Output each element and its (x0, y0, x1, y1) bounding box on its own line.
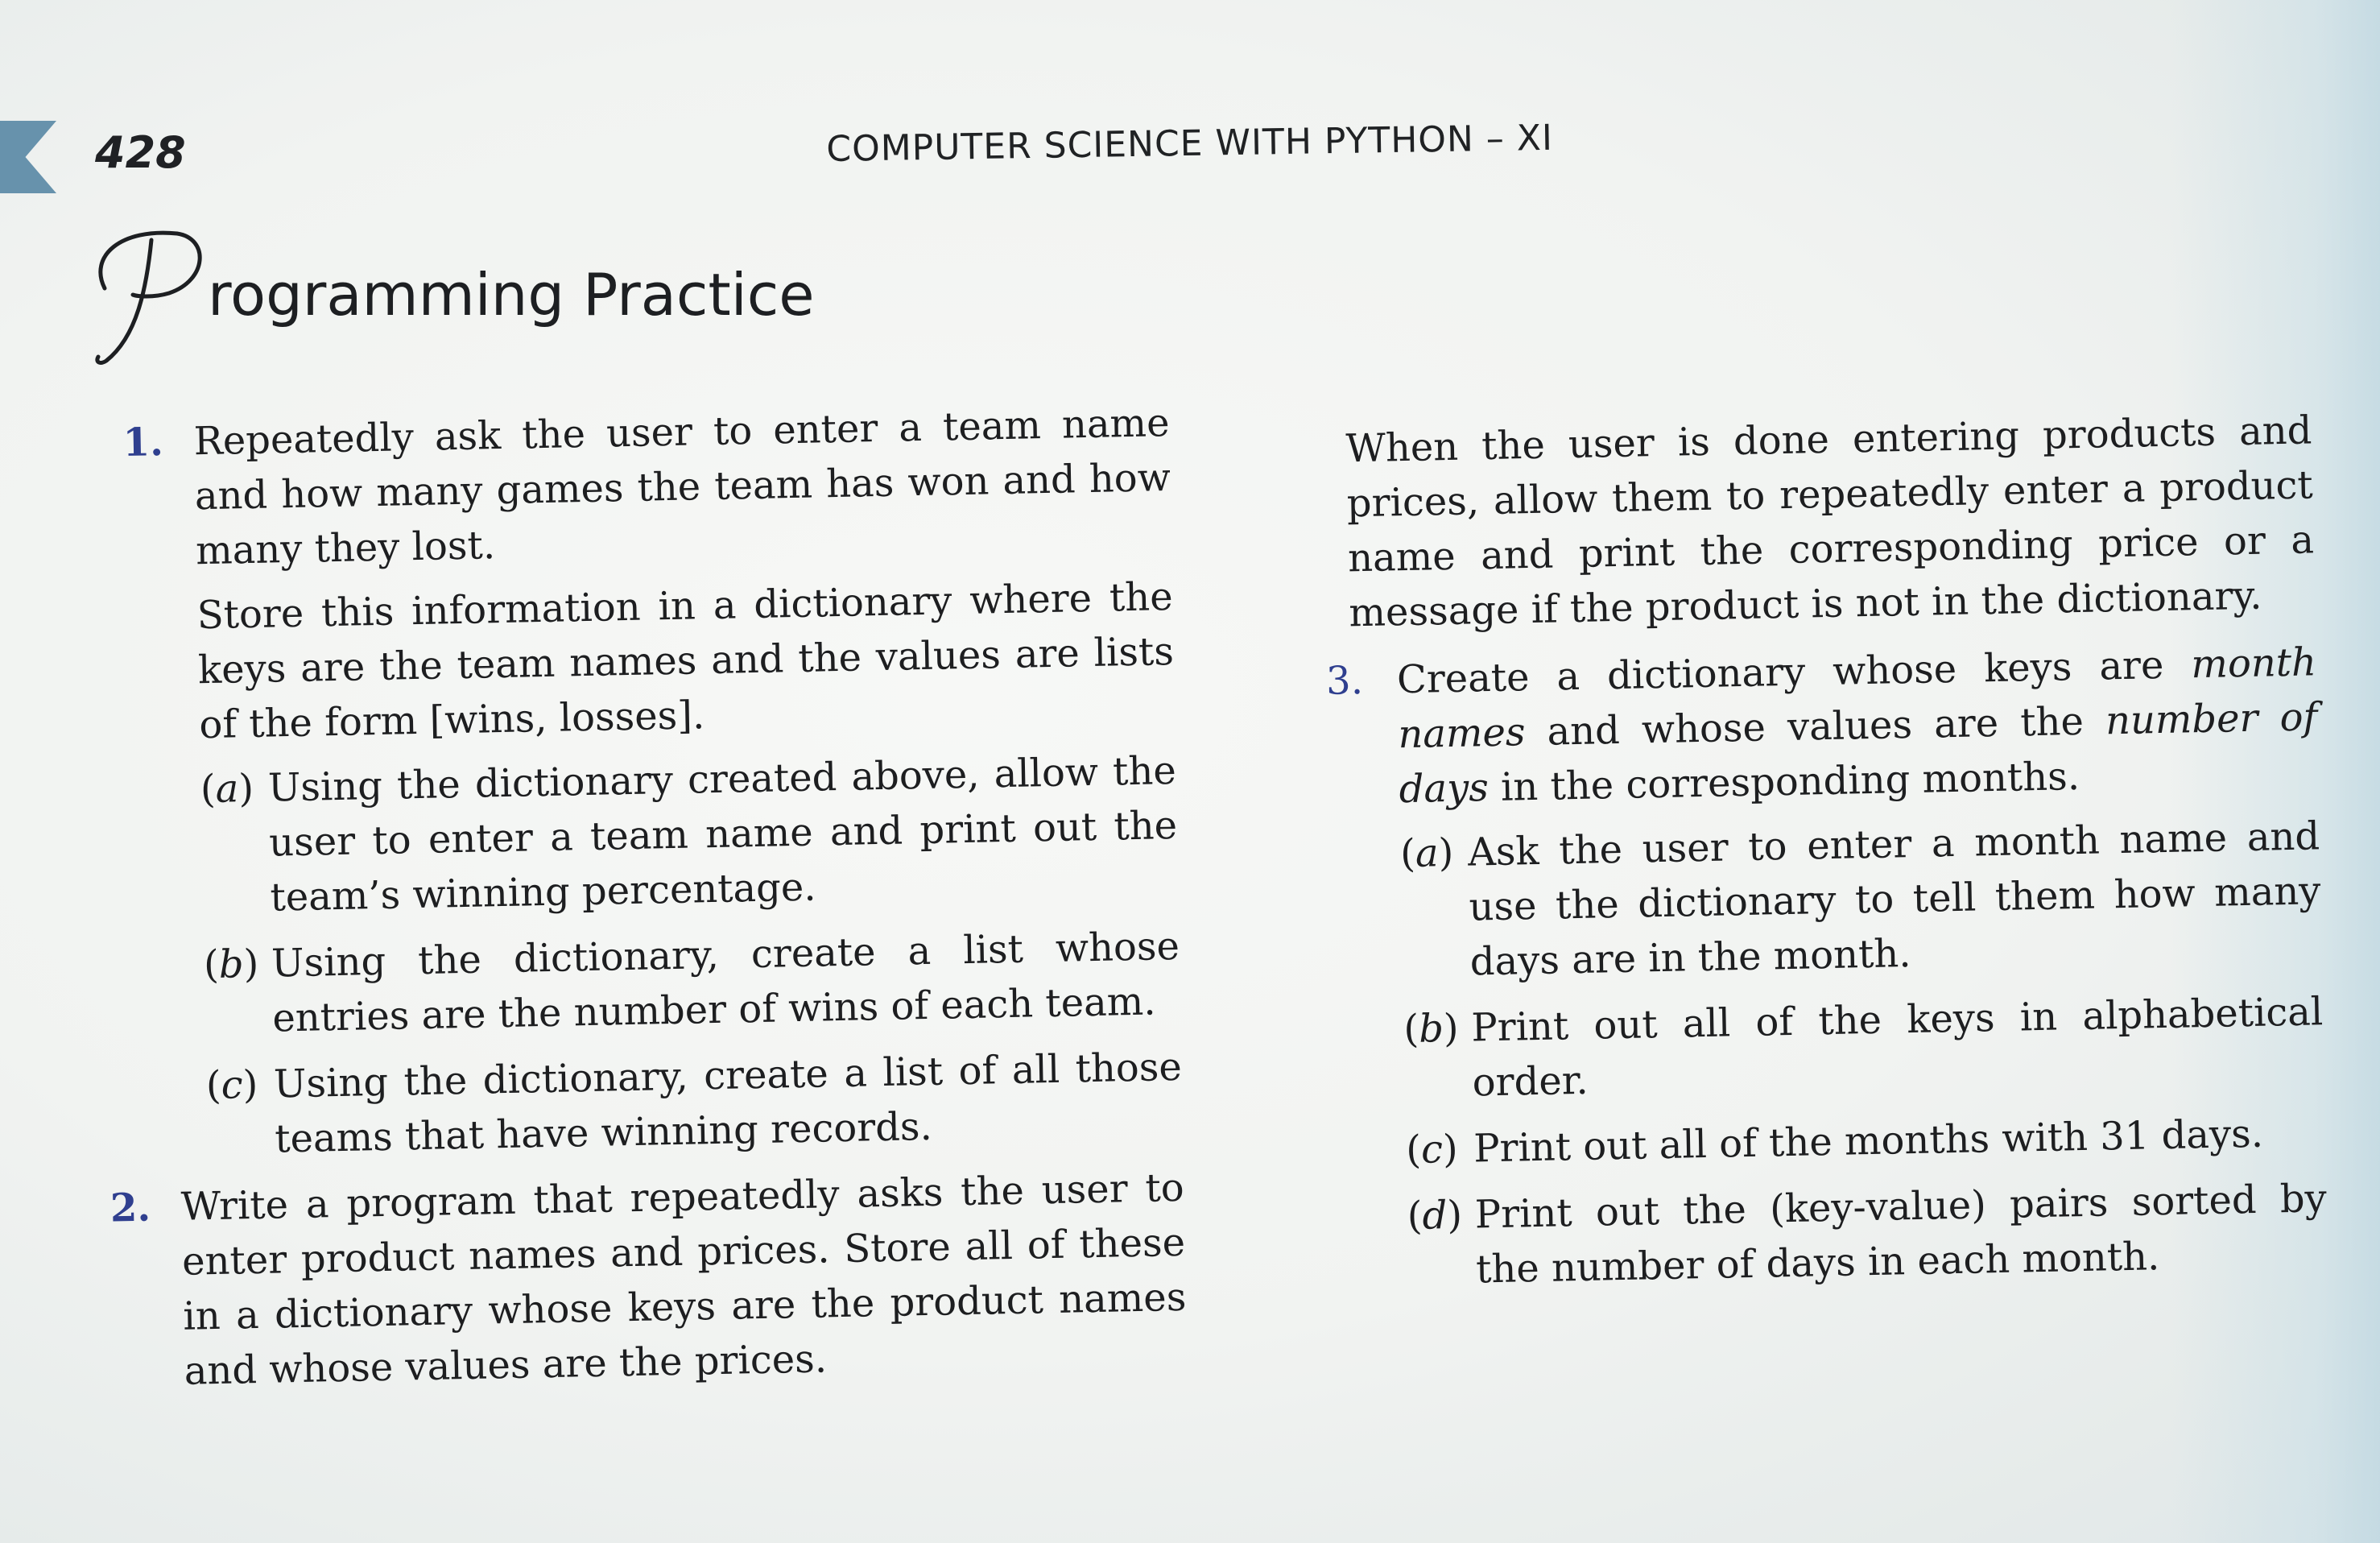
sub-question-text: Print out all of the keys in alphabetica… (1470, 989, 2324, 1106)
section-title-text: rogramming Practice (208, 261, 815, 329)
sub-question-text: Using the dictionary created above, allo… (267, 747, 1178, 920)
sub-question-label: (b) (1403, 1005, 1460, 1053)
sub-question-text: Using the dictionary, create a list of a… (273, 1044, 1183, 1162)
question-paragraph: Repeatedly ask the user to enter a team … (193, 400, 1171, 574)
right-column: When the user is done entering products … (1320, 364, 2328, 1310)
sub-question-c: (c) Print out all of the months with 31 … (1406, 1105, 2326, 1177)
sub-question-a: (a) Ask the user to enter a month name a… (1400, 809, 2323, 991)
question-3: 3. Create a dictionary whose keys are mo… (1325, 635, 2328, 1299)
section-title: rogramming Practice (89, 224, 974, 369)
page-number: 428 (95, 127, 186, 178)
left-column: 1. Repeatedly ask the user to enter a te… (109, 395, 1188, 1411)
running-header: COMPUTER SCIENCE WITH PYTHON – XI (826, 117, 1554, 170)
question-2: 2. Write a program that repeatedly asks … (109, 1160, 1188, 1400)
sub-question-label: (b) (203, 941, 259, 988)
sub-question-label: (c) (1405, 1126, 1459, 1173)
sub-question-label: (a) (200, 765, 254, 813)
sub-question-text: Print out the (key-value) pairs sorted b… (1474, 1176, 2328, 1293)
question-2-continuation: When the user is done entering products … (1345, 407, 2315, 636)
question-paragraph: Create a dictionary whose keys are month… (1396, 639, 2318, 813)
page-tab-marker (0, 121, 56, 193)
sub-question-b: (b) Print out all of the keys in alphabe… (1403, 984, 2324, 1111)
question-number: 2. (109, 1185, 151, 1231)
decorative-p-letter (95, 230, 202, 365)
book-page: 428 COMPUTER SCIENCE WITH PYTHON – XI ro… (0, 0, 2380, 1543)
question-number: 3. (1325, 658, 1364, 704)
sub-question-d: (d) Print out the (key-value) pairs sort… (1407, 1171, 2328, 1298)
sub-question-label: (d) (1407, 1192, 1463, 1239)
sub-question-text: Print out all of the months with 31 days… (1473, 1111, 2264, 1172)
question-1: 1. Repeatedly ask the user to enter a te… (122, 395, 1184, 1169)
sub-question-label: (a) (1399, 829, 1454, 877)
question-number: 1. (122, 420, 164, 465)
sub-question-text: Ask the user to enter a month name and u… (1467, 813, 2321, 985)
question-paragraph: Write a program that repeatedly asks the… (180, 1164, 1187, 1394)
question-paragraph: Store this information in a dictionary w… (196, 574, 1175, 748)
sub-question-text: Using the dictionary, create a list whos… (271, 923, 1180, 1041)
sub-question-label: (c) (205, 1061, 258, 1109)
sub-question-c: (c) Using the dictionary, create a list … (205, 1040, 1183, 1168)
sub-question-a: (a) Using the dictionary created above, … (200, 743, 1179, 926)
sub-question-b: (b) Using the dictionary, create a list … (203, 919, 1180, 1047)
